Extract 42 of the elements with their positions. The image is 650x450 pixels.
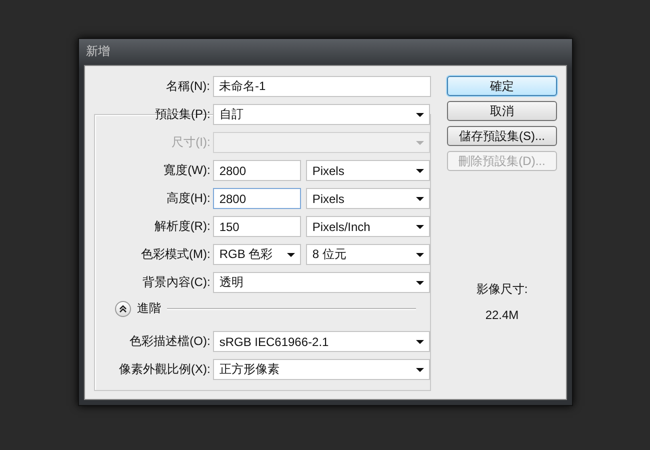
caret-icon — [416, 280, 424, 284]
image-size-label: 影像尺寸: — [476, 281, 528, 298]
caret-icon — [416, 168, 424, 172]
field-label: 色彩模式(M): — [140, 246, 212, 263]
window-title: 新增 — [86, 43, 110, 60]
dropdown[interactable]: 自訂 — [213, 104, 430, 125]
field-label: 高度(H): — [165, 190, 212, 207]
dropdown[interactable]: 8 位元 — [306, 244, 430, 265]
caret-icon — [416, 340, 424, 344]
text-field[interactable]: 2800 — [213, 188, 302, 209]
dropdown[interactable]: Pixels/Inch — [306, 216, 430, 237]
dialog-button[interactable]: 取消 — [447, 101, 557, 121]
dropdown[interactable]: sRGB IEC61966-2.1 — [213, 331, 430, 352]
field-label: 尺寸(I): — [170, 134, 212, 151]
field-label: 預設集(P): — [154, 106, 212, 123]
field-label: 寬度(W): — [162, 162, 212, 179]
field-label: 背景內容(C): — [141, 274, 212, 291]
dialog-button[interactable]: 儲存預設集(S)... — [447, 126, 557, 146]
field-label: 解析度(R): — [153, 218, 212, 235]
dropdown[interactable]: 正方形像素 — [213, 359, 430, 380]
caret-icon — [416, 224, 424, 228]
text-field[interactable]: 2800 — [213, 160, 302, 181]
text-field[interactable]: 150 — [213, 216, 302, 237]
caret-icon — [416, 252, 424, 256]
image-size-value: 22.4M — [485, 308, 519, 322]
section-label: 進階 — [137, 300, 161, 317]
caret-icon — [416, 112, 424, 116]
caret-icon — [287, 252, 296, 256]
caret-icon — [416, 368, 424, 372]
collapse-toggle[interactable] — [115, 300, 131, 316]
field-label: 名稱(N): — [165, 78, 211, 95]
field-label: 像素外觀比例(X): — [118, 361, 212, 378]
dropdown[interactable]: Pixels — [306, 188, 430, 209]
text-field[interactable]: 未命名-1 — [213, 76, 431, 97]
caret-icon — [416, 140, 424, 144]
dropdown[interactable]: Pixels — [306, 160, 430, 181]
dropdown[interactable]: RGB 色彩 — [213, 244, 302, 265]
chevron-icon — [119, 304, 127, 312]
dialog-button[interactable]: 確定 — [447, 76, 557, 96]
caret-icon — [416, 196, 424, 200]
field-label: 色彩描述檔(O): — [128, 333, 212, 350]
dropdown[interactable]: 透明 — [213, 272, 430, 293]
